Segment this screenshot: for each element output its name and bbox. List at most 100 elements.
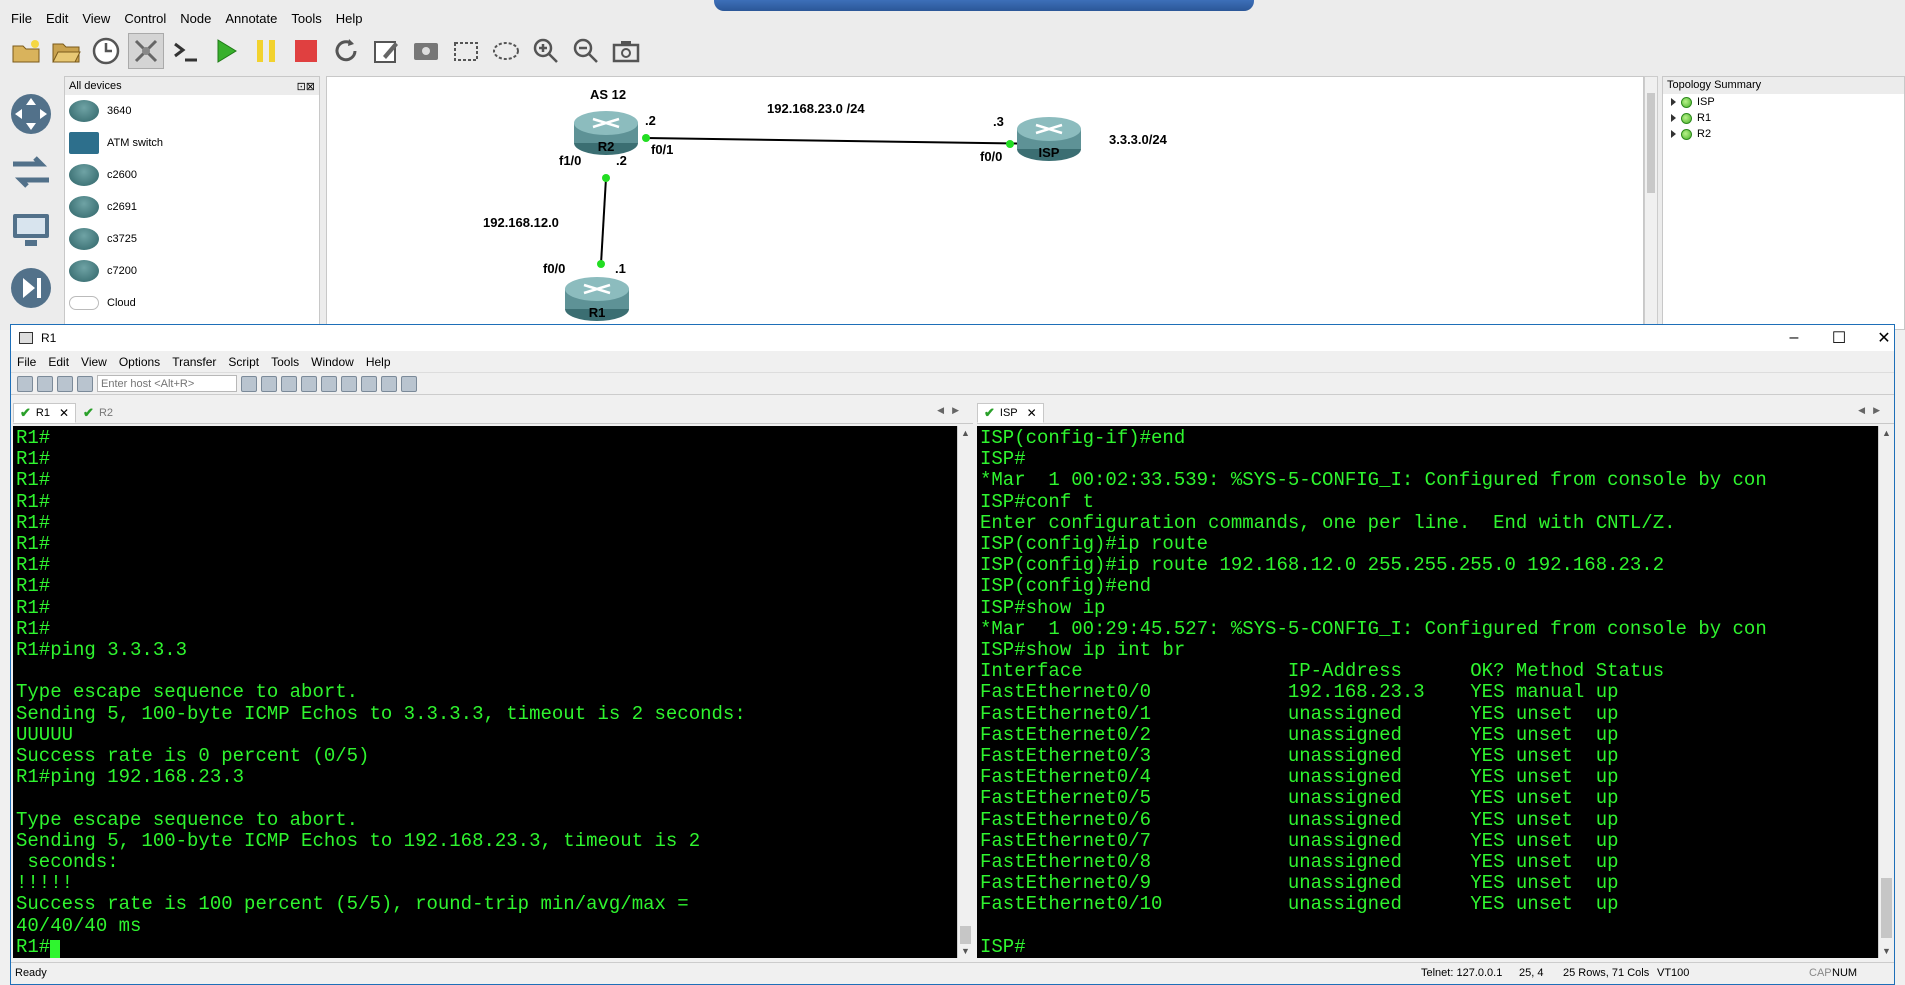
crt-menu-window[interactable]: Window	[311, 355, 362, 369]
tab-r1[interactable]: ✔ R1 ✕	[13, 403, 77, 423]
close-icon[interactable]: ✕	[1861, 325, 1905, 351]
menu-file[interactable]: File	[4, 11, 39, 26]
paste-icon[interactable]	[261, 375, 277, 392]
sftp-icon[interactable]	[401, 375, 417, 392]
device-item[interactable]: Cloud	[65, 287, 319, 319]
menu-help[interactable]: Help	[329, 11, 370, 26]
menu-node[interactable]: Node	[173, 11, 218, 26]
start-all-icon[interactable]	[208, 33, 244, 69]
expand-arrow-icon[interactable]	[1671, 98, 1676, 106]
browse-end-devices-icon[interactable]	[7, 206, 55, 254]
reload-all-icon[interactable]	[328, 33, 364, 69]
crt-menu-transfer[interactable]: Transfer	[172, 355, 224, 369]
help-icon[interactable]	[381, 375, 397, 392]
topology-item-r1[interactable]: R1	[1663, 110, 1904, 126]
device-item[interactable]: c2691	[65, 191, 319, 223]
tab-isp[interactable]: ✔ ISP ✕	[977, 403, 1044, 423]
crt-menu-options[interactable]: Options	[119, 355, 168, 369]
console-all-icon[interactable]	[168, 33, 204, 69]
terminal-r1[interactable]: R1# R1# R1# R1# R1# R1# R1# R1# R1# R1# R1#ping 3.…	[13, 426, 957, 958]
draw-ellipse-icon[interactable]	[488, 33, 524, 69]
expand-arrow-icon[interactable]	[1671, 130, 1676, 138]
topology-canvas[interactable]: R2 ISP R1 AS 12 192.168.23.0 /24 .2 f0/1…	[326, 76, 1644, 330]
new-project-icon[interactable]	[8, 33, 44, 69]
terminal-scrollbar[interactable]: ▲ ▼	[957, 426, 973, 958]
terminal-line: ISP(config)#ip route	[980, 533, 1209, 556]
minimize-icon[interactable]: –	[1771, 325, 1817, 351]
print-icon[interactable]	[301, 375, 317, 392]
device-item[interactable]: c2600	[65, 159, 319, 191]
crt-menu-tools[interactable]: Tools	[271, 355, 307, 369]
find-icon[interactable]	[281, 375, 297, 392]
connect-icon[interactable]	[17, 375, 33, 392]
connected-check-icon: ✔	[20, 405, 31, 420]
crt-menu-file[interactable]: File	[17, 355, 44, 369]
topology-item-r2[interactable]: R2	[1663, 126, 1904, 142]
suspend-all-icon[interactable]	[248, 33, 284, 69]
router-r2-node[interactable]: R2	[574, 111, 638, 155]
status-ready: Ready	[15, 967, 47, 979]
isp-address-label: .3	[993, 114, 1004, 129]
menu-view[interactable]: View	[75, 11, 117, 26]
open-project-icon[interactable]	[48, 33, 84, 69]
tab-scroll-arrows-icon[interactable]: ◀▶	[1858, 405, 1888, 416]
link-r2-isp[interactable]	[645, 137, 1051, 145]
tab-close-icon[interactable]: ✕	[59, 406, 69, 420]
device-item[interactable]: 3640	[65, 95, 319, 127]
copy-icon[interactable]	[241, 375, 257, 392]
tab-scroll-arrows-icon[interactable]: ◀▶	[937, 405, 967, 416]
crt-statusbar: Ready Telnet: 127.0.0.1 25, 4 25 Rows, 7…	[11, 962, 1894, 984]
crt-menu-script[interactable]: Script	[228, 355, 267, 369]
disconnect-icon[interactable]	[77, 375, 93, 392]
menu-edit[interactable]: Edit	[39, 11, 75, 26]
panel-close-icon[interactable]: ⊡⊠	[297, 80, 315, 93]
menu-annotate[interactable]: Annotate	[218, 11, 284, 26]
insert-picture-icon[interactable]	[408, 33, 444, 69]
menu-tools[interactable]: Tools	[284, 11, 328, 26]
draw-rectangle-icon[interactable]	[448, 33, 484, 69]
stop-all-icon[interactable]	[288, 33, 324, 69]
device-label: c2600	[107, 169, 137, 181]
enter-host-input[interactable]	[97, 375, 237, 392]
snapshot-clock-icon[interactable]	[88, 33, 124, 69]
terminal-isp[interactable]: ISP(config-if)#end ISP# *Mar 1 00:02:33.53…	[977, 426, 1879, 958]
session-options-icon[interactable]	[321, 375, 337, 392]
device-item[interactable]: c7200	[65, 255, 319, 287]
router-r1-node[interactable]: R1	[565, 277, 629, 321]
menu-control[interactable]: Control	[117, 11, 173, 26]
global-options-icon[interactable]	[341, 375, 357, 392]
crt-menu-help[interactable]: Help	[366, 355, 399, 369]
quick-connect-icon[interactable]	[37, 375, 53, 392]
keymap-icon[interactable]	[361, 375, 377, 392]
terminal-line: Sending 5, 100-byte ICMP Echos to 192.16…	[16, 829, 701, 852]
connect-in-tab-icon[interactable]	[57, 375, 73, 392]
link-r2-r1[interactable]	[600, 177, 607, 265]
browse-routers-icon[interactable]	[7, 90, 55, 138]
tab-close-icon[interactable]: ✕	[1027, 406, 1037, 420]
crt-menu-edit[interactable]: Edit	[48, 355, 77, 369]
browse-switches-icon[interactable]	[7, 148, 55, 196]
browse-security-devices-icon[interactable]	[7, 264, 55, 312]
device-item[interactable]: c3725	[65, 223, 319, 255]
tab-r2[interactable]: ✔ R2	[76, 403, 120, 423]
maximize-icon[interactable]: ☐	[1816, 325, 1862, 351]
terminal-line: R1#	[16, 448, 51, 471]
screenshot-camera-icon[interactable]	[608, 33, 644, 69]
terminal-prompt-line: R1#	[16, 936, 957, 958]
terminal-scrollbar[interactable]: ▲ ▼	[1878, 426, 1894, 958]
expand-arrow-icon[interactable]	[1671, 114, 1676, 122]
terminal-line: Type escape sequence to abort.	[16, 681, 359, 704]
crt-menu-view[interactable]: View	[81, 355, 115, 369]
zoom-in-icon[interactable]	[528, 33, 564, 69]
canvas-vertical-scrollbar[interactable]	[1644, 76, 1658, 330]
terminal-line: R1#	[16, 596, 51, 619]
router-isp-node[interactable]: ISP	[1017, 117, 1081, 161]
zoom-out-icon[interactable]	[568, 33, 604, 69]
add-note-icon[interactable]	[368, 33, 404, 69]
topology-item-isp[interactable]: ISP	[1663, 94, 1904, 110]
terminal-line: *Mar 1 00:02:33.539: %SYS-5-CONFIG_I: Co…	[980, 469, 1767, 492]
window-title: R1	[41, 331, 57, 345]
device-item[interactable]: ATM switch	[65, 127, 319, 159]
show-interface-labels-icon[interactable]	[128, 33, 164, 69]
